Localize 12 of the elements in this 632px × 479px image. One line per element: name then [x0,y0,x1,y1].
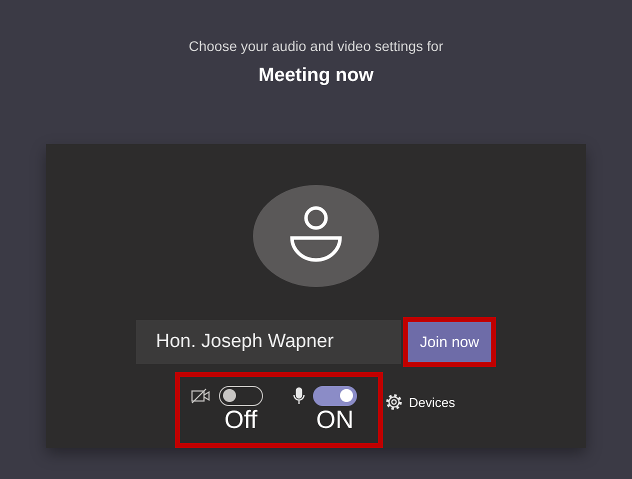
name-field[interactable]: Hon. Joseph Wapner [136,320,401,364]
toggle-switch[interactable] [218,386,263,406]
microphone-icon [292,387,305,405]
subtitle: Choose your audio and video settings for [188,38,444,54]
settings-icon [384,393,403,411]
meeting-title: Meeting now [258,65,374,87]
join-button[interactable]: Join now [408,322,492,362]
toggle-caption: ON [315,406,355,434]
camera-off-icon [190,388,211,404]
toggle-caption: Off [223,406,258,434]
devices-button[interactable]: Devices [382,389,458,415]
toggle-switch[interactable] [312,386,357,406]
